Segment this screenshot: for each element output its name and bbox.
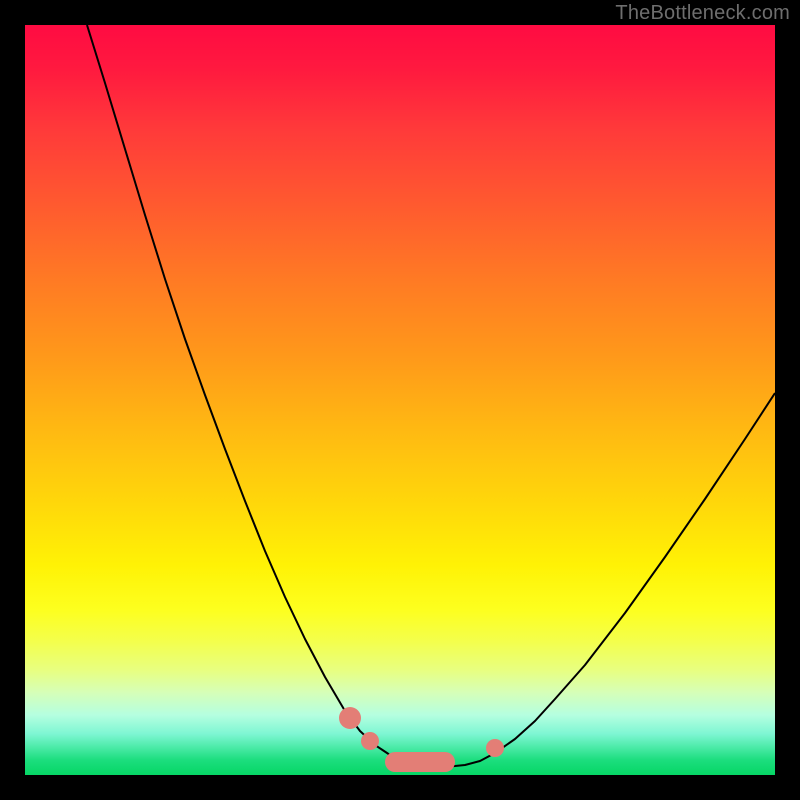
marker-left-lower <box>361 732 379 750</box>
floor-capsule <box>385 752 455 772</box>
bottleneck-v-curve <box>87 25 775 767</box>
marker-right <box>486 739 504 757</box>
chart-frame: TheBottleneck.com <box>0 0 800 800</box>
marker-left-upper <box>339 707 361 729</box>
plot-area <box>25 25 775 775</box>
watermark-text: TheBottleneck.com <box>615 2 790 25</box>
curve-svg <box>25 25 775 775</box>
